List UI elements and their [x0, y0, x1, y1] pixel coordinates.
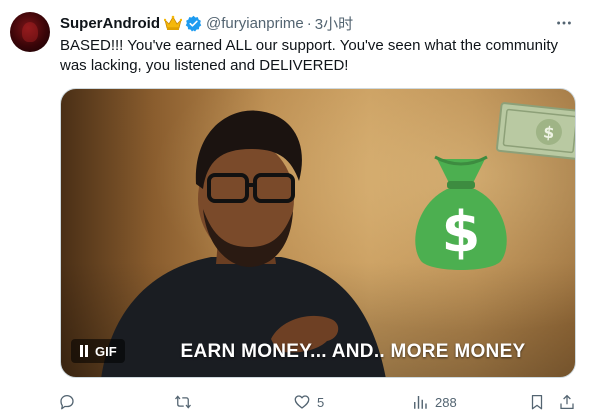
money-bag-icon: $	[415, 155, 507, 270]
svg-text:$: $	[442, 200, 481, 265]
views-button[interactable]: 288	[411, 390, 457, 414]
views-count: 288	[435, 394, 457, 410]
action-bar: 5 288	[56, 390, 582, 414]
tweet-header: SuperAndroid @furyianprime · 3小时	[60, 13, 578, 33]
share-button[interactable]	[558, 390, 576, 414]
handle[interactable]: @furyianprime	[206, 15, 304, 32]
man-in-gif	[101, 110, 386, 377]
verified-icon[interactable]	[185, 15, 202, 32]
like-count: 5	[317, 394, 325, 410]
gif-pause-button[interactable]: GIF	[71, 339, 125, 363]
tweet-text: BASED!!! You've earned ALL our support. …	[60, 37, 558, 74]
svg-text:$: $	[542, 122, 555, 142]
retweet-icon	[175, 395, 191, 409]
reply-icon	[60, 394, 74, 410]
reply-button[interactable]	[58, 390, 76, 414]
display-name[interactable]: SuperAndroid	[60, 15, 160, 32]
heart-icon	[294, 395, 310, 409]
gif-caption: EARN MONEY... AND.. MORE MONEY	[180, 341, 526, 362]
share-icon	[560, 394, 574, 410]
crown-icon	[163, 15, 183, 31]
pause-icon	[79, 345, 89, 357]
gif-label: GIF	[95, 343, 117, 359]
gif-media[interactable]: $ $ EARN MONEY... AND.. MORE MONEY GIF	[60, 88, 576, 378]
timestamp[interactable]: 3小时	[315, 13, 353, 34]
avatar[interactable]	[10, 12, 50, 52]
more-options-icon[interactable]	[554, 13, 574, 33]
bookmark-button[interactable]	[528, 390, 546, 414]
separator: ·	[306, 14, 312, 32]
views-icon	[414, 396, 427, 409]
retweet-button[interactable]	[174, 390, 192, 414]
like-button[interactable]: 5	[293, 390, 324, 414]
bookmark-icon	[531, 394, 543, 410]
